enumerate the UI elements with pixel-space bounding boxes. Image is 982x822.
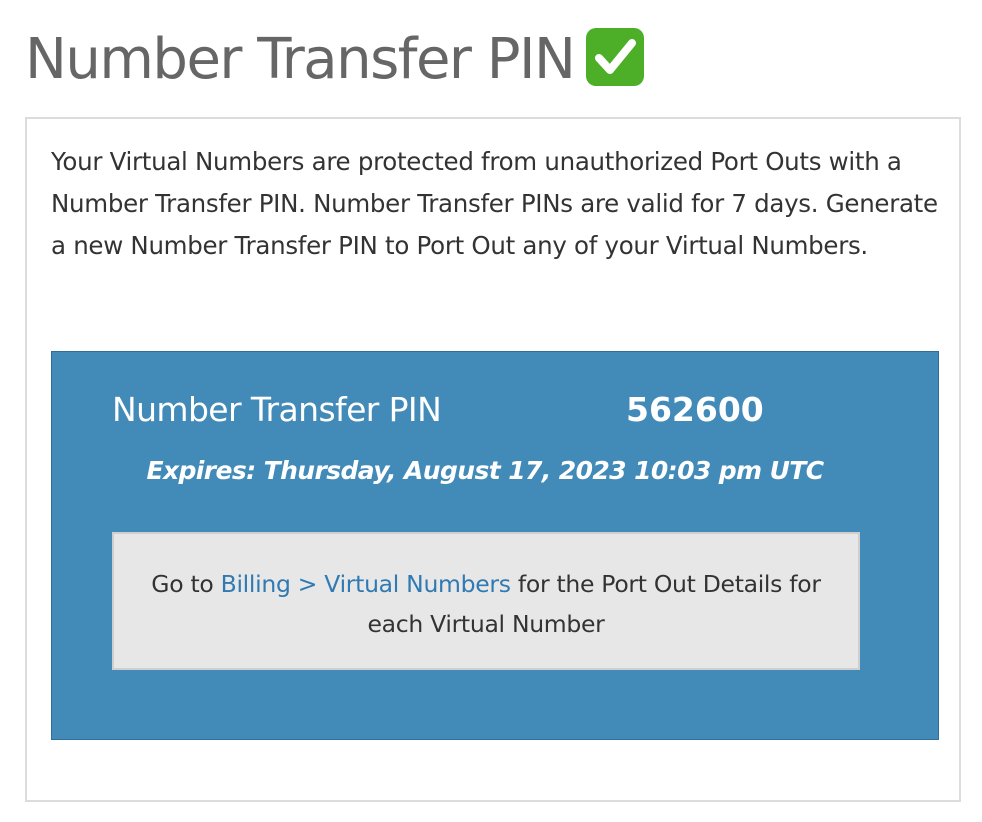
page-title-text: Number Transfer PIN: [25, 27, 576, 92]
pin-value: 562600: [626, 390, 764, 429]
info-prefix: Go to: [151, 570, 221, 598]
pin-label: Number Transfer PIN: [112, 390, 442, 429]
page-title: Number Transfer PIN: [25, 22, 645, 98]
check-mark-icon: [586, 28, 645, 86]
pin-expiry: Expires: Thursday, August 17, 2023 10:03…: [146, 456, 824, 485]
pin-card: Your Virtual Numbers are protected from …: [25, 117, 961, 802]
pin-panel: Number Transfer PIN 562600 Expires: Thur…: [51, 351, 939, 740]
port-out-info-text: Go to Billing > Virtual Numbers for the …: [132, 564, 840, 644]
billing-virtual-numbers-link[interactable]: Billing > Virtual Numbers: [221, 570, 511, 598]
intro-text: Your Virtual Numbers are protected from …: [51, 147, 938, 260]
port-out-info-box: Go to Billing > Virtual Numbers for the …: [112, 532, 860, 670]
